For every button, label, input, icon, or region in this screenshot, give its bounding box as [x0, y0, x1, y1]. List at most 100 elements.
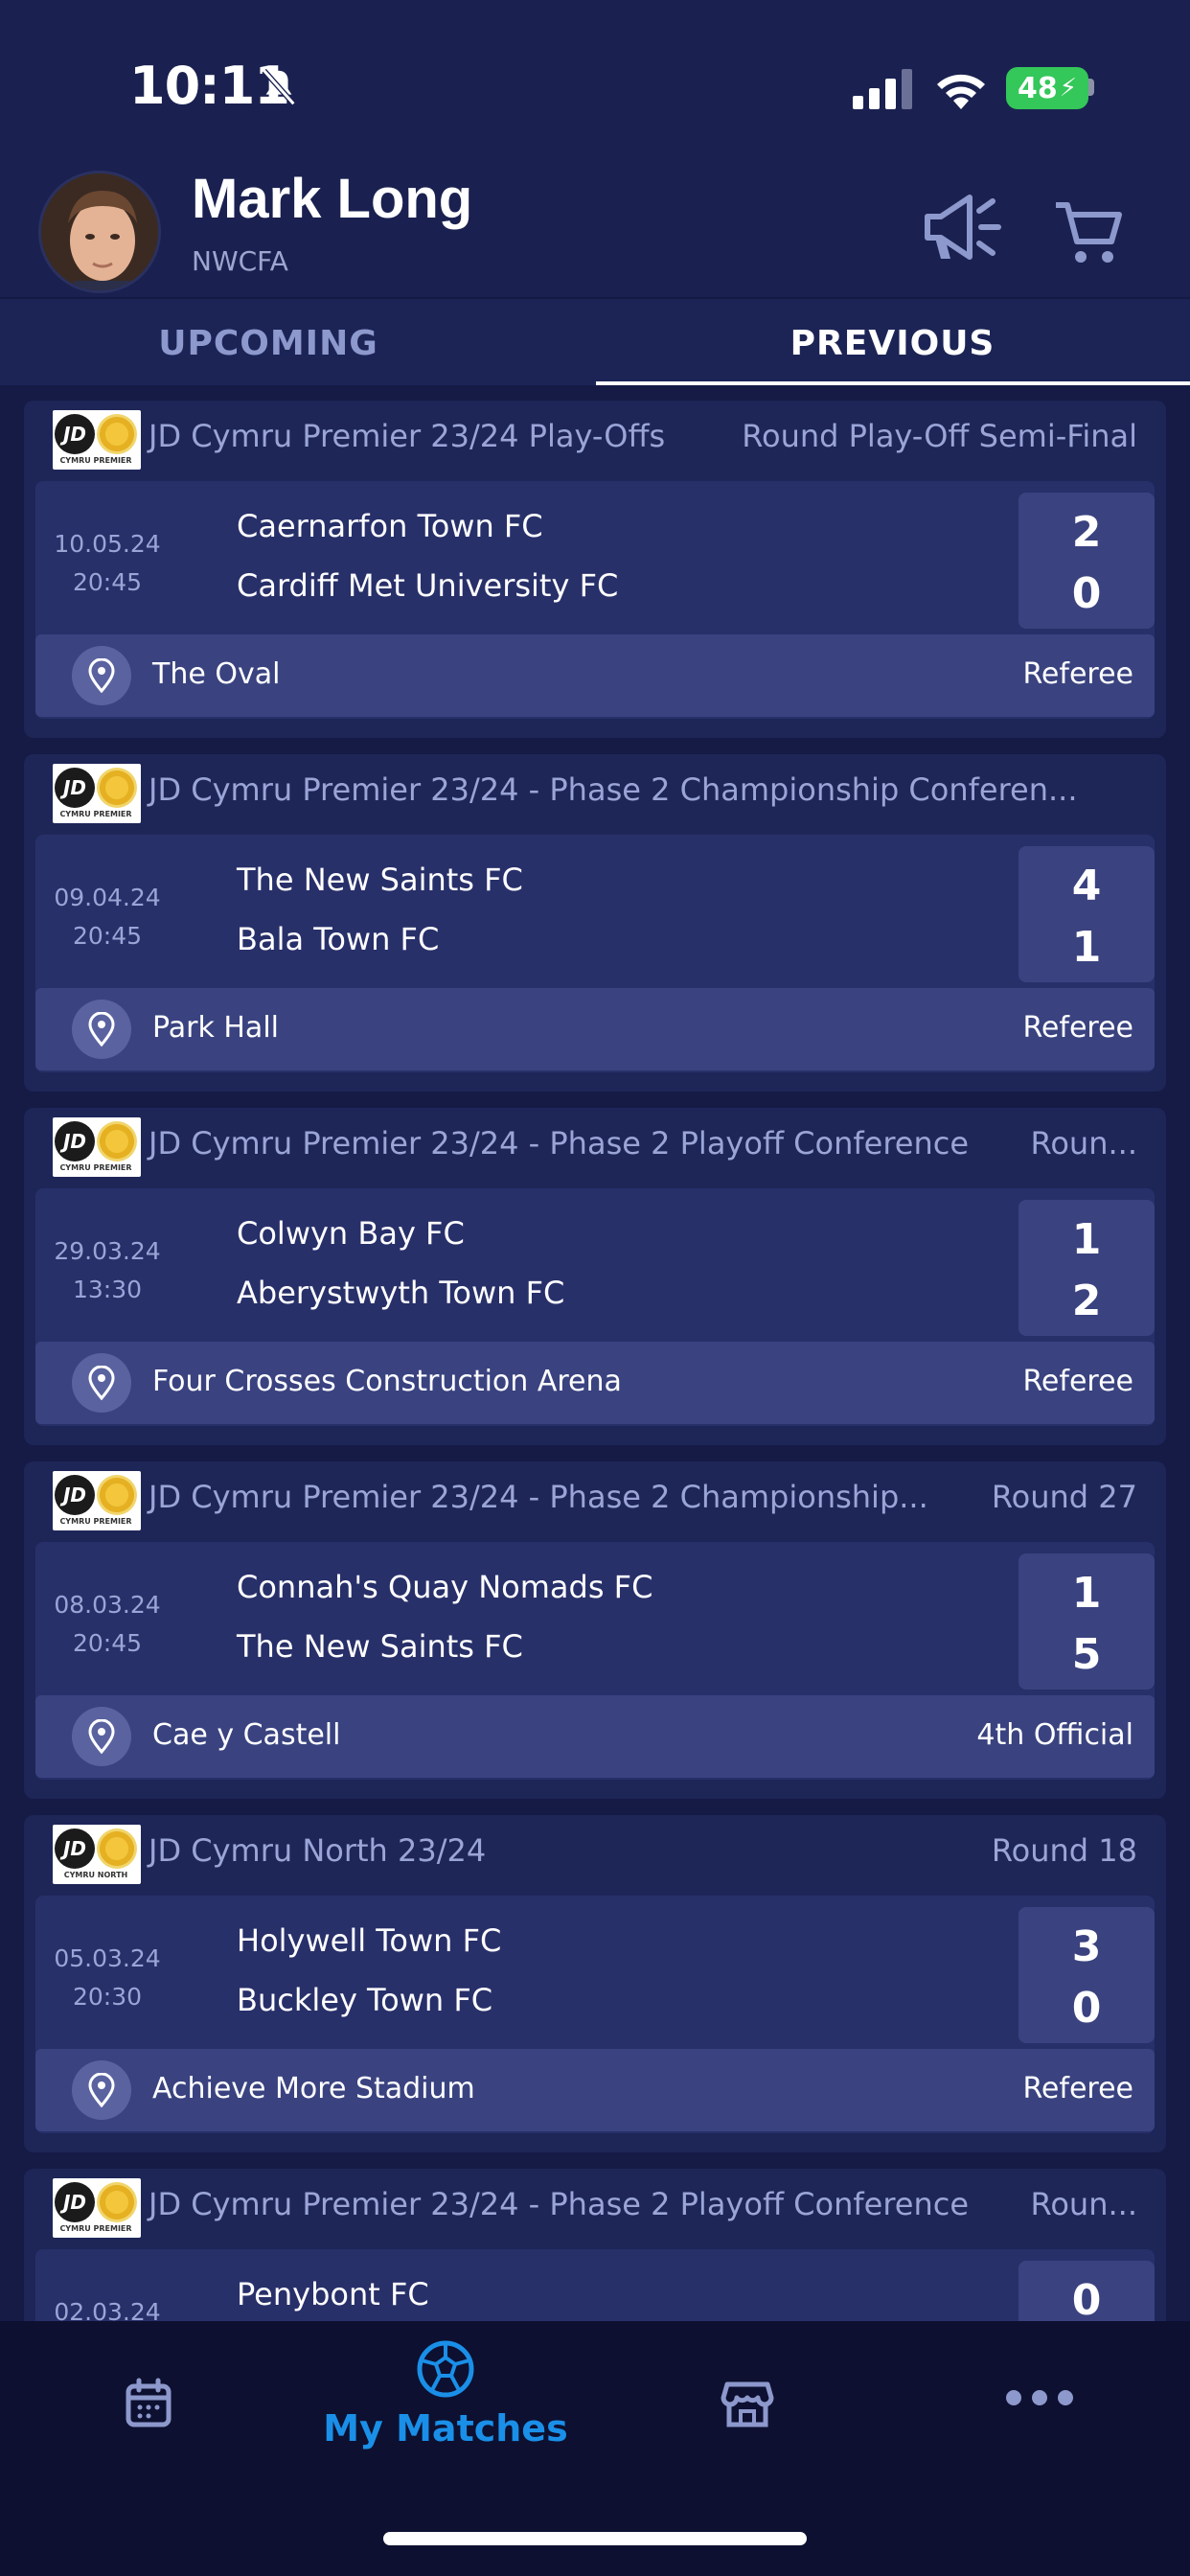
venue-name: Park Hall [152, 1011, 279, 1045]
venue-name: Four Crosses Construction Arena [152, 1365, 622, 1398]
competition-logo: JD CYMRU NORTH [53, 1825, 141, 1884]
competition-name: JD Cymru Premier 23/24 - Phase 2 Champio… [149, 1479, 928, 1515]
cart-icon[interactable] [1054, 199, 1123, 266]
jd-logo-mark: JD [55, 1121, 95, 1162]
wifi-icon [937, 74, 985, 109]
away-team: Bala Town FC [237, 921, 440, 957]
away-team: Cardiff Met University FC [237, 567, 619, 604]
home-score: 3 [1071, 1922, 1102, 1971]
location-pin-icon [72, 1353, 131, 1413]
location-pin-icon [72, 1000, 131, 1059]
logo-subtitle: CYMRU PREMIER [59, 810, 132, 818]
logo-subtitle: CYMRU NORTH [63, 1871, 128, 1879]
match-datetime: 08.03.24 20:45 [35, 1586, 179, 1663]
match-details[interactable]: 29.03.24 13:30 Colwyn Bay FC Aberystwyth… [35, 1188, 1155, 1426]
match-time: 20:45 [72, 1629, 143, 1657]
match-card[interactable]: JD CYMRU NORTH JD Cymru North 23/24 Roun… [24, 1815, 1166, 2152]
match-datetime: 29.03.24 13:30 [35, 1232, 179, 1309]
competition-name: JD Cymru Premier 23/24 - Phase 2 Playoff… [149, 2186, 970, 2222]
match-card[interactable]: JD CYMRU PREMIER JD Cymru Premier 23/24 … [24, 1108, 1166, 1445]
user-name: Mark Long [192, 168, 473, 230]
round-name: Roun... [1030, 2186, 1137, 2222]
home-score: 0 [1071, 2276, 1102, 2321]
match-card[interactable]: JD CYMRU PREMIER JD Cymru Premier 23/24 … [24, 2169, 1166, 2321]
more-icon[interactable] [996, 2379, 1083, 2417]
match-card[interactable]: JD CYMRU PREMIER JD Cymru Premier 23/24 … [24, 401, 1166, 738]
jd-logo-mark: JD [55, 2182, 95, 2222]
official-role: Referee [1022, 1365, 1133, 1398]
tab-upcoming[interactable]: UPCOMING [0, 299, 537, 387]
official-role: Referee [1022, 1011, 1133, 1045]
venue-name: The Oval [152, 657, 281, 691]
cymru-sun-mark [97, 1828, 137, 1869]
match-date: 10.05.24 [54, 530, 161, 558]
competition-name: JD Cymru Premier 23/24 Play-Offs [149, 418, 666, 454]
card-header: JD CYMRU PREMIER JD Cymru Premier 23/24 … [24, 401, 1166, 477]
away-score: 0 [1071, 1984, 1102, 2033]
venue-name: Achieve More Stadium [152, 2072, 475, 2105]
logo-subtitle: CYMRU PREMIER [59, 1517, 132, 1526]
battery-tail [1088, 79, 1094, 96]
tab-previous[interactable]: PREVIOUS [595, 299, 1190, 387]
match-details[interactable]: 02.03.24 Penybont FC 0 [35, 2249, 1155, 2321]
home-indicator[interactable] [383, 2532, 807, 2545]
away-score: 2 [1071, 1276, 1102, 1325]
venue-bar: The Oval Referee [35, 634, 1155, 717]
competition-logo: JD CYMRU PREMIER [53, 1117, 141, 1177]
charging-bolt-icon: ⚡ [1059, 74, 1077, 103]
location-pin-icon [72, 646, 131, 705]
avatar[interactable] [38, 171, 161, 293]
match-date: 08.03.24 [54, 1591, 161, 1619]
avatar-portrait [41, 173, 158, 290]
match-date: 02.03.24 [54, 2298, 161, 2321]
venue-bar: Park Hall Referee [35, 988, 1155, 1070]
card-header: JD CYMRU PREMIER JD Cymru Premier 23/24 … [24, 1108, 1166, 1184]
match-details[interactable]: 08.03.24 20:45 Connah's Quay Nomads FC T… [35, 1542, 1155, 1780]
match-card[interactable]: JD CYMRU PREMIER JD Cymru Premier 23/24 … [24, 754, 1166, 1092]
score-box: 4 1 [1018, 846, 1155, 982]
home-score: 1 [1071, 1569, 1102, 1618]
match-card[interactable]: JD CYMRU PREMIER JD Cymru Premier 23/24 … [24, 1461, 1166, 1799]
away-score: 1 [1071, 923, 1102, 972]
match-details[interactable]: 05.03.24 20:30 Holywell Town FC Buckley … [35, 1896, 1155, 2133]
away-score: 0 [1071, 569, 1102, 618]
profile-header: Mark Long NWCFA [0, 163, 1190, 297]
match-tabs: UPCOMING PREVIOUS [0, 297, 1190, 387]
round-name: Round Play-Off Semi-Final [742, 418, 1137, 454]
cymru-sun-mark [97, 768, 137, 808]
home-score: 4 [1071, 862, 1102, 910]
card-header: JD CYMRU PREMIER JD Cymru Premier 23/24 … [24, 1461, 1166, 1538]
card-header: JD CYMRU NORTH JD Cymru North 23/24 Roun… [24, 1815, 1166, 1892]
match-details[interactable]: 09.04.24 20:45 The New Saints FC Bala To… [35, 835, 1155, 1072]
user-organization: NWCFA [192, 245, 288, 277]
away-score: 5 [1071, 1630, 1102, 1679]
logo-subtitle: CYMRU PREMIER [59, 2224, 132, 2233]
calendar-icon[interactable] [105, 2361, 192, 2448]
score-box: 1 2 [1018, 1200, 1155, 1336]
home-team: Caernarfon Town FC [237, 508, 543, 544]
round-name: Roun... [1030, 1125, 1137, 1162]
jd-logo-mark: JD [55, 1475, 95, 1515]
venue-bar: Cae y Castell 4th Official [35, 1695, 1155, 1778]
home-score: 2 [1071, 508, 1102, 557]
home-team: Colwyn Bay FC [237, 1215, 465, 1252]
competition-name: JD Cymru North 23/24 [149, 1832, 487, 1869]
match-date: 09.04.24 [54, 884, 161, 911]
shop-icon[interactable] [704, 2361, 790, 2448]
nav-my-matches[interactable]: My Matches [323, 2338, 568, 2530]
match-details[interactable]: 10.05.24 20:45 Caernarfon Town FC Cardif… [35, 481, 1155, 719]
megaphone-icon[interactable] [922, 190, 1002, 266]
match-datetime: 10.05.24 20:45 [35, 525, 179, 602]
score-box: 1 5 [1018, 1553, 1155, 1690]
cymru-sun-mark [97, 1475, 137, 1515]
round-name: Round 27 [991, 1479, 1137, 1515]
battery-indicator: 48 ⚡ [1006, 67, 1088, 109]
home-team: Connah's Quay Nomads FC [237, 1569, 653, 1605]
card-header: JD CYMRU PREMIER JD Cymru Premier 23/24 … [24, 754, 1166, 831]
competition-logo: JD CYMRU PREMIER [53, 2178, 141, 2238]
jd-logo-mark: JD [55, 1828, 95, 1869]
round-name: Round 18 [991, 1832, 1137, 1869]
match-list[interactable]: JD CYMRU PREMIER JD Cymru Premier 23/24 … [0, 385, 1190, 2321]
cellular-signal-icon [853, 69, 912, 109]
venue-name: Cae y Castell [152, 1718, 341, 1752]
